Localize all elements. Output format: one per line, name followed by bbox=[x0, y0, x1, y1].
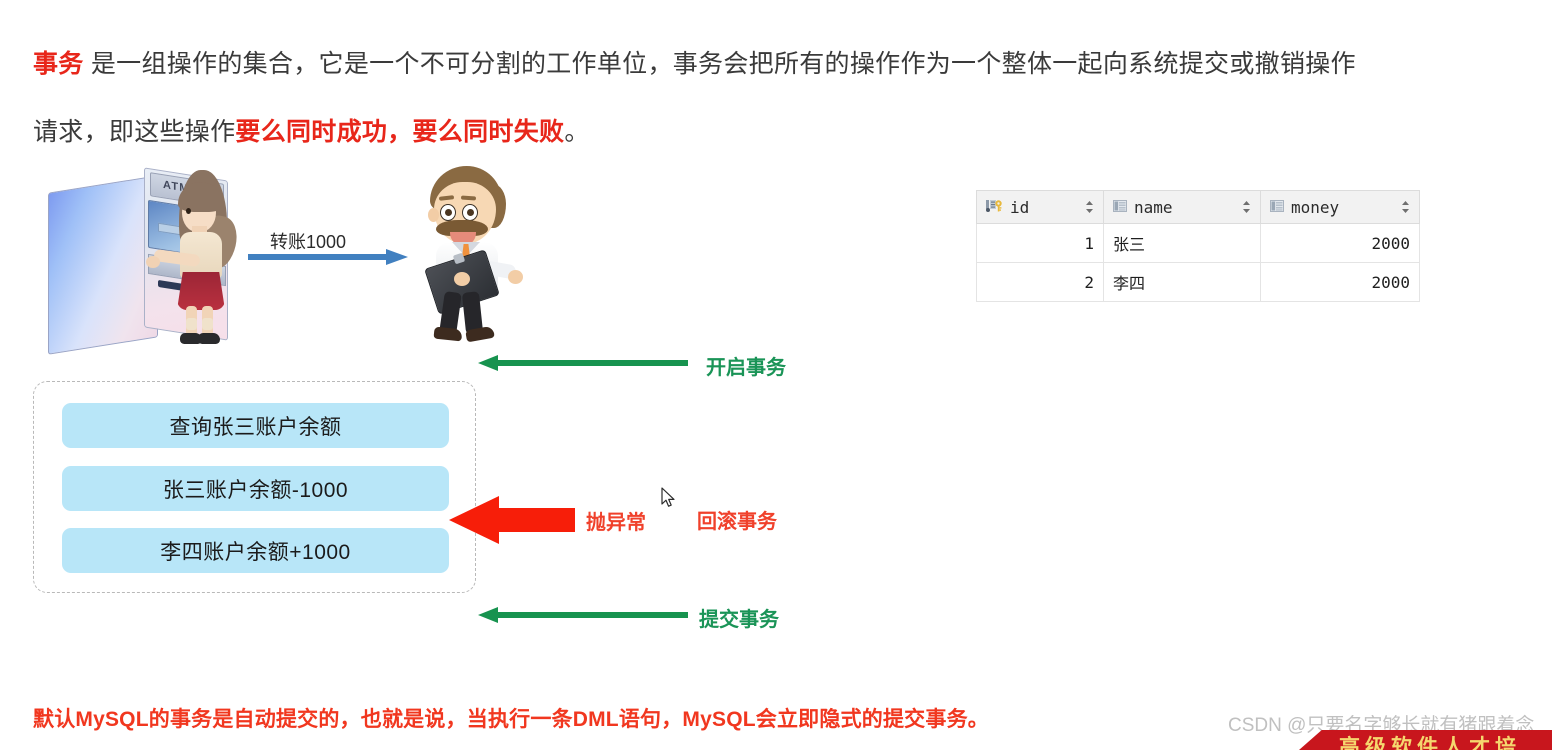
clerk-hand bbox=[508, 270, 523, 284]
atm-illustration: ATM bbox=[40, 167, 248, 355]
transfer-arrow-shaft bbox=[248, 254, 390, 260]
begin-transaction-label: 开启事务 bbox=[706, 357, 786, 379]
customer-eye bbox=[186, 208, 191, 214]
table-column-header-name[interactable]: name bbox=[1103, 190, 1261, 224]
account-table: id name money 1 张三 2000 2 李四 2000 bbox=[976, 190, 1420, 302]
throw-exception-label: 抛异常 bbox=[586, 512, 646, 534]
cell-money[interactable]: 2000 bbox=[1260, 223, 1420, 263]
column-icon bbox=[1270, 198, 1285, 217]
atm-machine-body bbox=[48, 175, 158, 355]
customer-shoe bbox=[198, 333, 220, 344]
table-row[interactable]: 2 李四 2000 bbox=[976, 262, 1420, 302]
cell-money[interactable]: 2000 bbox=[1260, 262, 1420, 302]
arrow-head bbox=[478, 355, 498, 371]
table-column-header-id[interactable]: id bbox=[976, 190, 1104, 224]
intro-paragraph: 事务 是一组操作的集合，它是一个不可分割的工作单位，事务会把所有的操作作为一个整… bbox=[33, 30, 1538, 166]
clerk-ear bbox=[428, 208, 439, 222]
clerk-hand bbox=[454, 272, 470, 286]
clerk-illustration bbox=[412, 166, 532, 356]
table-column-title: name bbox=[1134, 197, 1173, 217]
clerk-shoe bbox=[433, 326, 463, 342]
cell-name[interactable]: 李四 bbox=[1103, 262, 1261, 302]
promo-banner: 高级软件人才培 bbox=[1299, 730, 1552, 750]
table-header-row: id name money bbox=[976, 190, 1420, 224]
arrow-shaft bbox=[495, 508, 575, 532]
sort-indicator-icon[interactable] bbox=[1085, 200, 1094, 214]
clerk-pupil bbox=[445, 209, 452, 216]
transaction-steps-panel: 查询张三账户余额 张三账户余额-1000 李四账户余额+1000 bbox=[33, 381, 476, 593]
table-column-title: id bbox=[1010, 197, 1030, 217]
rollback-transaction-label: 回滚事务 bbox=[697, 511, 777, 533]
cell-id[interactable]: 1 bbox=[976, 223, 1104, 263]
arrow-shaft bbox=[496, 360, 688, 366]
table-header: id name money bbox=[976, 190, 1420, 224]
transfer-arrow-icon bbox=[248, 249, 408, 265]
table-row[interactable]: 1 张三 2000 bbox=[976, 223, 1420, 263]
arrow-head bbox=[478, 607, 498, 623]
primary-key-icon bbox=[986, 198, 1004, 217]
column-icon bbox=[1113, 198, 1128, 217]
sort-indicator-icon[interactable] bbox=[1242, 200, 1251, 214]
customer-figure bbox=[146, 168, 248, 350]
transfer-arrow-head bbox=[386, 249, 408, 265]
promo-banner-text: 高级软件人才培 bbox=[1339, 734, 1521, 750]
table-column-title: money bbox=[1291, 197, 1340, 217]
intro-line2-prefix: 请求，即这些操作 bbox=[33, 118, 236, 146]
intro-line2-suffix: 。 bbox=[564, 118, 590, 146]
cell-name[interactable]: 张三 bbox=[1103, 223, 1261, 263]
mouse-cursor-icon bbox=[661, 487, 677, 509]
arrow-shaft bbox=[496, 612, 688, 618]
cell-id[interactable]: 2 bbox=[976, 262, 1104, 302]
table-body: 1 张三 2000 2 李四 2000 bbox=[976, 223, 1420, 302]
commit-transaction-label: 提交事务 bbox=[699, 609, 779, 631]
step-item: 张三账户余额-1000 bbox=[62, 466, 449, 511]
exception-arrow-icon bbox=[449, 496, 575, 544]
intro-line2-highlight: 要么同时成功，要么同时失败 bbox=[235, 118, 565, 146]
step-item: 查询张三账户余额 bbox=[62, 403, 449, 448]
customer-hand bbox=[146, 256, 160, 268]
step-item: 李四账户余额+1000 bbox=[62, 528, 449, 573]
arrow-head bbox=[449, 496, 499, 544]
customer-skirt bbox=[177, 272, 225, 310]
clerk-pupil bbox=[467, 209, 474, 216]
commit-transaction-arrow-icon bbox=[478, 607, 688, 623]
customer-sock bbox=[202, 318, 213, 330]
table-column-header-money[interactable]: money bbox=[1260, 190, 1420, 224]
intro-line1-rest: 是一组操作的集合，它是一个不可分割的工作单位，事务会把所有的操作作为一个整体一起… bbox=[83, 50, 1356, 78]
customer-sock bbox=[186, 318, 197, 330]
intro-line2: 请求，即这些操作要么同时成功，要么同时失败。 bbox=[33, 98, 1538, 166]
bottom-note: 默认MySQL的事务是自动提交的，也就是说，当执行一条DML语句，MySQL会立… bbox=[33, 708, 989, 731]
begin-transaction-arrow-icon bbox=[478, 355, 688, 371]
intro-keyword: 事务 bbox=[33, 50, 84, 78]
sort-indicator-icon[interactable] bbox=[1401, 200, 1410, 214]
